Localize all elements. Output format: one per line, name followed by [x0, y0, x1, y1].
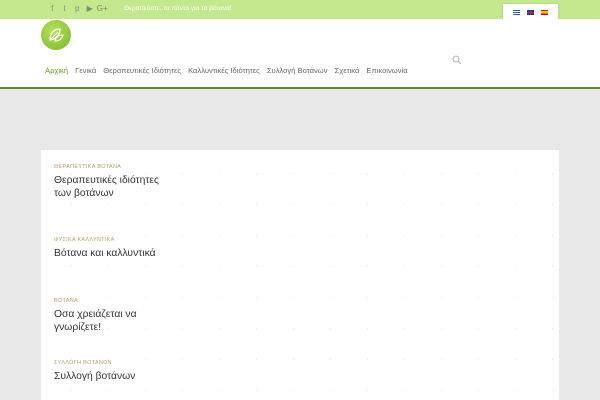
site-tagline: Θεραπεύστε, τα πάντα για τα βότανα! [124, 5, 232, 12]
greek-flag-icon[interactable] [513, 9, 520, 15]
nav-item-contact[interactable]: Επικοινωνία [366, 66, 407, 76]
post-title[interactable]: Θεραπευτικές ιδιότητες των βοτάνων [54, 174, 164, 200]
youtube-icon[interactable]: ▶ [84, 3, 97, 15]
social-links: f t p ▶ G+ [46, 3, 109, 15]
nav-divider [0, 87, 600, 89]
post-category[interactable]: ΒΟΤΑΝΑ [54, 297, 164, 305]
spanish-flag-icon[interactable] [541, 9, 548, 15]
pinterest-icon[interactable]: p [71, 3, 84, 15]
post-category[interactable]: ΦΥΣΙΚΑ ΚΑΛΛΥΝΤΙΚΑ [54, 236, 164, 244]
google-plus-icon[interactable]: G+ [96, 3, 109, 15]
post-category[interactable]: ΣΥΛΛΟΓΗ ΒΟΤΑΝΩΝ [54, 359, 164, 367]
post-category[interactable]: ΘΕΡΑΠΕΥΤΙΚΑ ΒΟΤΑΝΑ [54, 163, 164, 171]
post-title[interactable]: Βότανα και καλλυντικά [54, 247, 164, 260]
posts-panel: ΘΕΡΑΠΕΥΤΙΚΑ ΒΟΤΑΝΑ Θεραπευτικές ιδιότητε… [41, 150, 559, 400]
search-icon[interactable] [452, 52, 462, 65]
nav-item-about[interactable]: Σχετικά [335, 66, 360, 76]
post-item: ΦΥΣΙΚΑ ΚΑΛΛΥΝΤΙΚΑ Βότανα και καλλυντικά [54, 236, 164, 260]
site-header: Αρχική Γενικά Θεραπευτικές Ιδιότητες Καλ… [0, 19, 600, 87]
post-item: ΣΥΛΛΟΓΗ ΒΟΤΑΝΩΝ Συλλογή βοτάνων [54, 359, 164, 383]
twitter-icon[interactable]: t [59, 3, 72, 15]
nav-item-herb-collection[interactable]: Συλλογή Βοτάνων [267, 66, 328, 76]
facebook-icon[interactable]: f [46, 3, 59, 15]
site-logo[interactable] [41, 20, 71, 50]
post-title[interactable]: Οσα χρειάζεται να γνωρίζετε! [54, 308, 164, 334]
post-title[interactable]: Συλλογή βοτάνων [54, 370, 164, 383]
language-switcher [503, 4, 558, 20]
post-item: ΒΟΤΑΝΑ Οσα χρειάζεται να γνωρίζετε! [54, 297, 164, 334]
nav-item-home[interactable]: Αρχική [45, 66, 68, 76]
leaves-icon [49, 28, 64, 42]
nav-item-general[interactable]: Γενικά [75, 66, 96, 76]
main-nav: Αρχική Γενικά Θεραπευτικές Ιδιότητες Καλ… [45, 66, 415, 76]
english-flag-icon[interactable] [527, 9, 534, 15]
nav-item-cosmetic-properties[interactable]: Καλλυντικές Ιδιότητες [188, 66, 260, 76]
nav-item-healing-properties[interactable]: Θεραπευτικές Ιδιότητες [103, 66, 181, 76]
top-bar: f t p ▶ G+ Θεραπεύστε, τα πάντα για τα β… [0, 0, 600, 20]
post-item: ΘΕΡΑΠΕΥΤΙΚΑ ΒΟΤΑΝΑ Θεραπευτικές ιδιότητε… [54, 163, 164, 200]
